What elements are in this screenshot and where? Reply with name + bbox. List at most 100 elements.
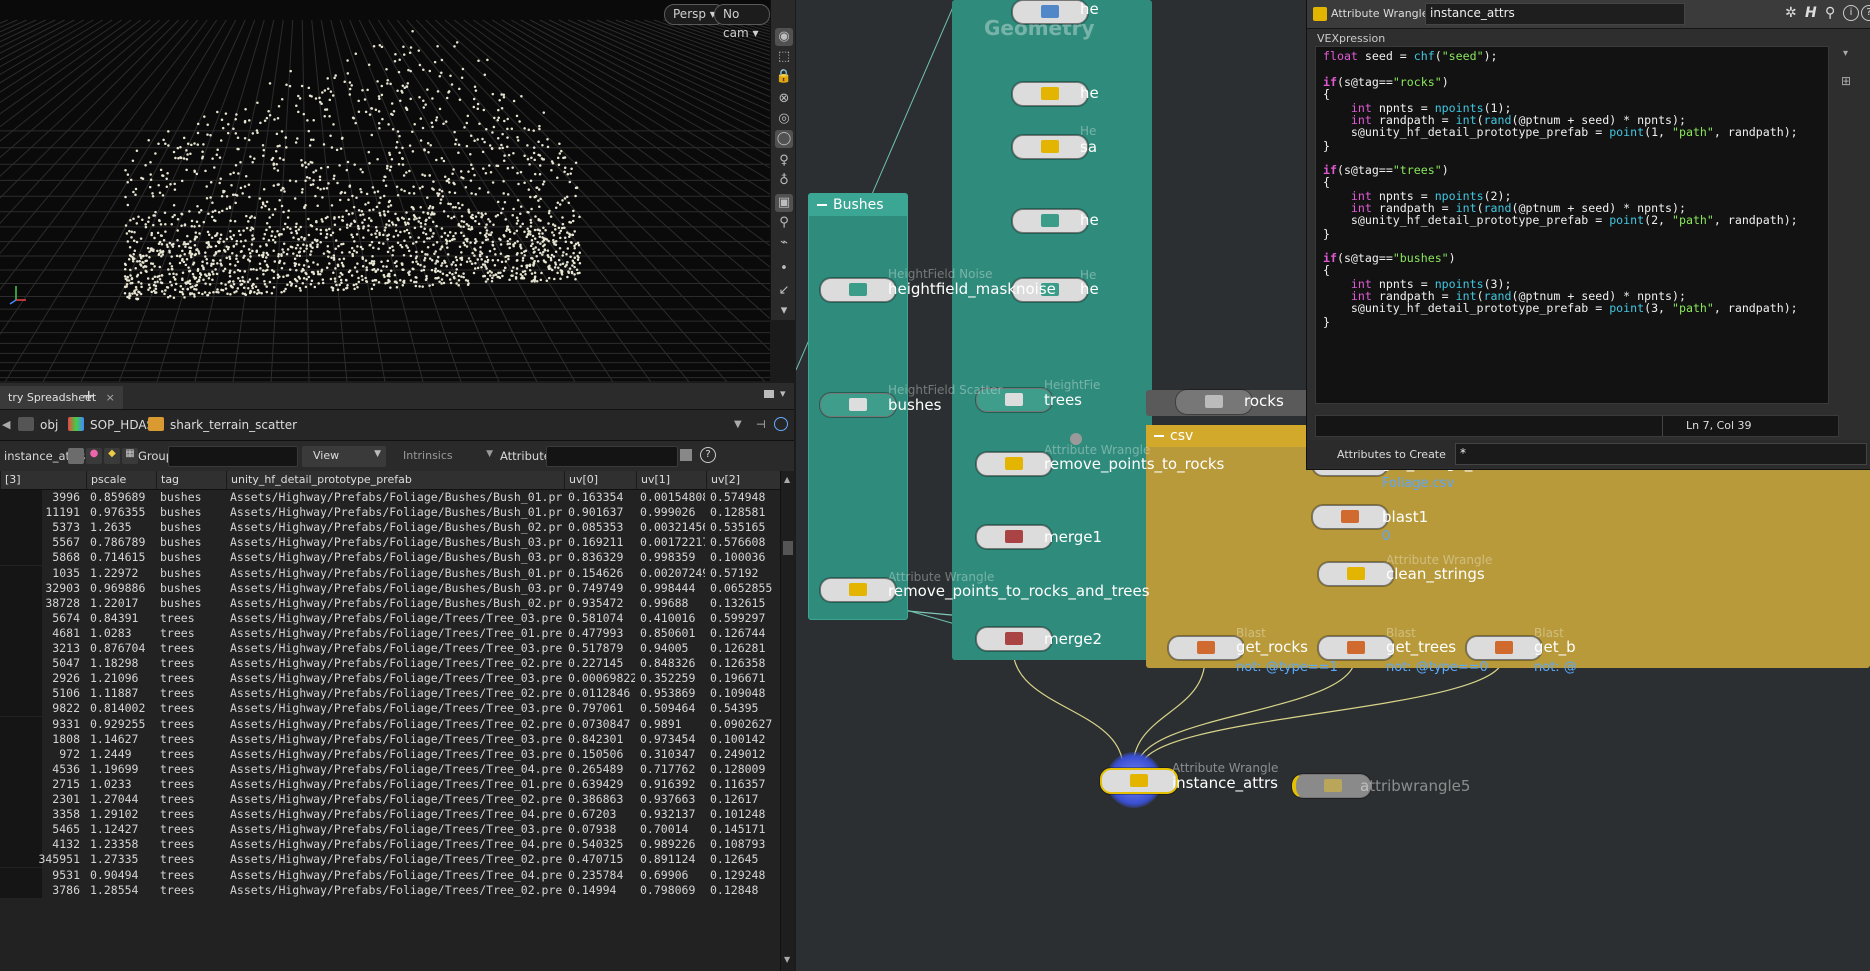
column-header[interactable]: [3]: [0, 471, 86, 489]
table-row[interactable]: 5106 1.11887 trees Assets/Highway/Prefabs/F…: [0, 686, 780, 702]
node-get-trees[interactable]: [1318, 636, 1394, 660]
table-row[interactable]: 1035 1.22972 bushes Assets/Highway/Prefabs/…: [0, 565, 780, 581]
light-icon[interactable]: ♀: [775, 152, 793, 170]
path-dropdown-icon[interactable]: ▼: [734, 419, 742, 430]
column-header[interactable]: uv[0]: [564, 471, 636, 489]
node-blast1[interactable]: [1312, 505, 1388, 529]
breadcrumb-shark-terrain-scatter[interactable]: shark_terrain_scatter: [148, 416, 297, 434]
intrinsics-menu[interactable]: Intrinsics ▼: [396, 446, 496, 467]
vertices-mode-icon[interactable]: ●: [86, 448, 102, 464]
code-menu-icon[interactable]: ▾: [1843, 48, 1848, 59]
attributes-filter-field[interactable]: [546, 446, 678, 467]
table-scrollbar[interactable]: ▲ ▼: [780, 471, 795, 971]
node-sa[interactable]: [1012, 135, 1088, 159]
vex-code-editor[interactable]: float seed = chf("seed"); if(s@tag=="roc…: [1315, 46, 1829, 404]
table-row[interactable]: 2301 1.27044 trees Assets/Highway/Prefabs/F…: [0, 792, 780, 807]
column-header[interactable]: uv[2]: [706, 471, 780, 489]
visualizer-icon[interactable]: ⚲: [775, 214, 793, 232]
point-icon[interactable]: •: [775, 260, 793, 278]
node-get-rocks[interactable]: [1168, 636, 1244, 660]
column-header[interactable]: unity_hf_detail_prototype_prefab: [226, 471, 564, 489]
pin-icon[interactable]: ⊣: [756, 418, 766, 431]
breadcrumb-obj[interactable]: obj: [18, 416, 58, 434]
camera-icon[interactable]: ♁: [775, 172, 793, 190]
snap-icon[interactable]: ⊗: [775, 90, 793, 108]
table-row[interactable]: 3358 1.29102 trees Assets/Highway/Prefabs/F…: [0, 807, 780, 823]
camera-menu[interactable]: No cam ▾: [714, 4, 770, 40]
table-row[interactable]: 5465 1.12427 trees Assets/Highway/Prefabs/F…: [0, 822, 780, 838]
lock-icon[interactable]: 🔒: [775, 68, 793, 86]
table-row[interactable]: 3996 0.859689 bushes Assets/Highway/Prefabs…: [0, 490, 780, 505]
add-channel-icon[interactable]: ⊞: [1841, 74, 1851, 88]
ghost-icon[interactable]: ◎: [775, 110, 793, 128]
wire-dot[interactable]: [1070, 433, 1082, 445]
pane-menu-icon[interactable]: ▾: [780, 387, 786, 400]
wire-icon[interactable]: ⌁: [775, 234, 793, 252]
table-row[interactable]: 9531 0.90494 trees Assets/Highway/Prefabs/F…: [0, 867, 780, 883]
link-icon[interactable]: [774, 417, 788, 431]
column-header[interactable]: uv[1]: [636, 471, 706, 489]
select-tool-icon[interactable]: ⬚: [775, 48, 793, 66]
table-row[interactable]: 38728 1.22017 bushes Assets/Highway/Prefabs…: [0, 595, 780, 611]
tab-geometry-spreadsheet[interactable]: try Spreadsheet ×: [0, 386, 123, 409]
group-field[interactable]: [168, 446, 298, 467]
node-clean-strings[interactable]: [1318, 562, 1394, 586]
node-merge2[interactable]: [976, 627, 1052, 651]
gear-icon[interactable]: ✲: [1785, 5, 1797, 21]
view-menu[interactable]: View ▼: [302, 446, 386, 467]
node-he-4[interactable]: [1012, 209, 1088, 233]
points-mode-icon[interactable]: [68, 448, 84, 464]
table-row[interactable]: 9331 0.929255 trees Assets/Highway/Prefabs/…: [0, 716, 780, 732]
arrow-icon[interactable]: ↙: [775, 282, 793, 300]
node-remove-points-to-rocks-and-trees[interactable]: [820, 578, 896, 602]
tab-close-icon[interactable]: ×: [106, 391, 115, 404]
table-row[interactable]: 3786 1.28554 trees Assets/Highway/Prefabs/F…: [0, 882, 780, 898]
attributes-to-create-field[interactable]: *: [1455, 443, 1867, 465]
table-row[interactable]: 4681 1.0283 trees Assets/Highway/Prefabs/Fo…: [0, 625, 780, 641]
node-instance-attrs[interactable]: [1100, 768, 1178, 794]
table-row[interactable]: 345951 1.27335 trees Assets/Highway/Prefabs…: [0, 852, 780, 868]
breadcrumb-sop-hdas[interactable]: SOP_HDAS: [68, 416, 154, 434]
table-row[interactable]: 5047 1.18298 trees Assets/Highway/Prefabs/F…: [0, 656, 780, 672]
node-he-top[interactable]: [1012, 0, 1088, 24]
table-row[interactable]: 9822 0.814002 trees Assets/Highway/Prefabs/…: [0, 701, 780, 717]
hscript-icon[interactable]: H: [1805, 5, 1817, 21]
shading-icon[interactable]: ▣: [775, 194, 793, 212]
table-row[interactable]: 11191 0.976355 bushes Assets/Highway/Prefab…: [0, 505, 780, 521]
display-icon[interactable]: ◯: [775, 130, 793, 148]
node-he-2[interactable]: [1012, 82, 1088, 106]
scene-viewport[interactable]: Persp ▾ No cam ▾: [0, 0, 770, 382]
chevron-down-icon[interactable]: ▾: [775, 302, 793, 320]
node-merge1[interactable]: [976, 525, 1052, 549]
table-row[interactable]: 1808 1.14627 trees Assets/Highway/Prefabs/F…: [0, 731, 780, 747]
node-get-b[interactable]: [1466, 636, 1542, 660]
table-row[interactable]: 3213 0.876704 trees Assets/Highway/Prefabs/…: [0, 641, 780, 656]
primitives-mode-icon[interactable]: ◆: [104, 448, 120, 464]
node-name-field[interactable]: instance_attrs: [1425, 3, 1685, 25]
node-bushes[interactable]: [820, 393, 896, 417]
search-icon[interactable]: ⚲: [1825, 5, 1835, 21]
table-row[interactable]: 5373 1.2635 bushes Assets/Highway/Prefabs/F…: [0, 520, 780, 536]
column-header[interactable]: pscale: [86, 471, 156, 489]
table-row[interactable]: 4132 1.23358 trees Assets/Highway/Prefabs/F…: [0, 837, 780, 853]
table-row[interactable]: 5674 0.84391 trees Assets/Highway/Prefabs/F…: [0, 610, 780, 626]
info-icon[interactable]: i: [1843, 5, 1859, 21]
table-row[interactable]: 5567 0.786789 bushes Assets/Highway/Prefabs…: [0, 535, 780, 551]
node-rocks[interactable]: [1176, 390, 1252, 414]
scroll-thumb[interactable]: [783, 541, 793, 555]
table-row[interactable]: 5868 0.714615 bushes Assets/Highway/Prefabs…: [0, 550, 780, 566]
attribute-table[interactable]: [3] pscale tag unity_hf_detail_prototype_pr…: [0, 471, 780, 971]
add-tab-button[interactable]: +: [82, 386, 95, 405]
export-icon[interactable]: [680, 449, 692, 461]
node-remove-points-to-rocks[interactable]: [976, 452, 1052, 476]
table-row[interactable]: 972 1.2449 trees Assets/Highway/Prefabs/Fol…: [0, 746, 780, 762]
detail-mode-icon[interactable]: ▦: [122, 448, 138, 464]
node-heightfield-masknoise[interactable]: [820, 278, 896, 302]
pane-layout-icon[interactable]: [764, 390, 774, 398]
back-icon[interactable]: ◀: [2, 418, 14, 432]
table-row[interactable]: 32903 0.969886 bushes Assets/Highway/Prefab…: [0, 580, 780, 596]
help-icon[interactable]: ?: [1861, 5, 1870, 21]
table-row[interactable]: 4536 1.19699 trees Assets/Highway/Prefabs/F…: [0, 761, 780, 777]
table-row[interactable]: 2926 1.21096 trees Assets/Highway/Prefabs/F…: [0, 671, 780, 687]
help-icon[interactable]: ?: [700, 447, 716, 463]
